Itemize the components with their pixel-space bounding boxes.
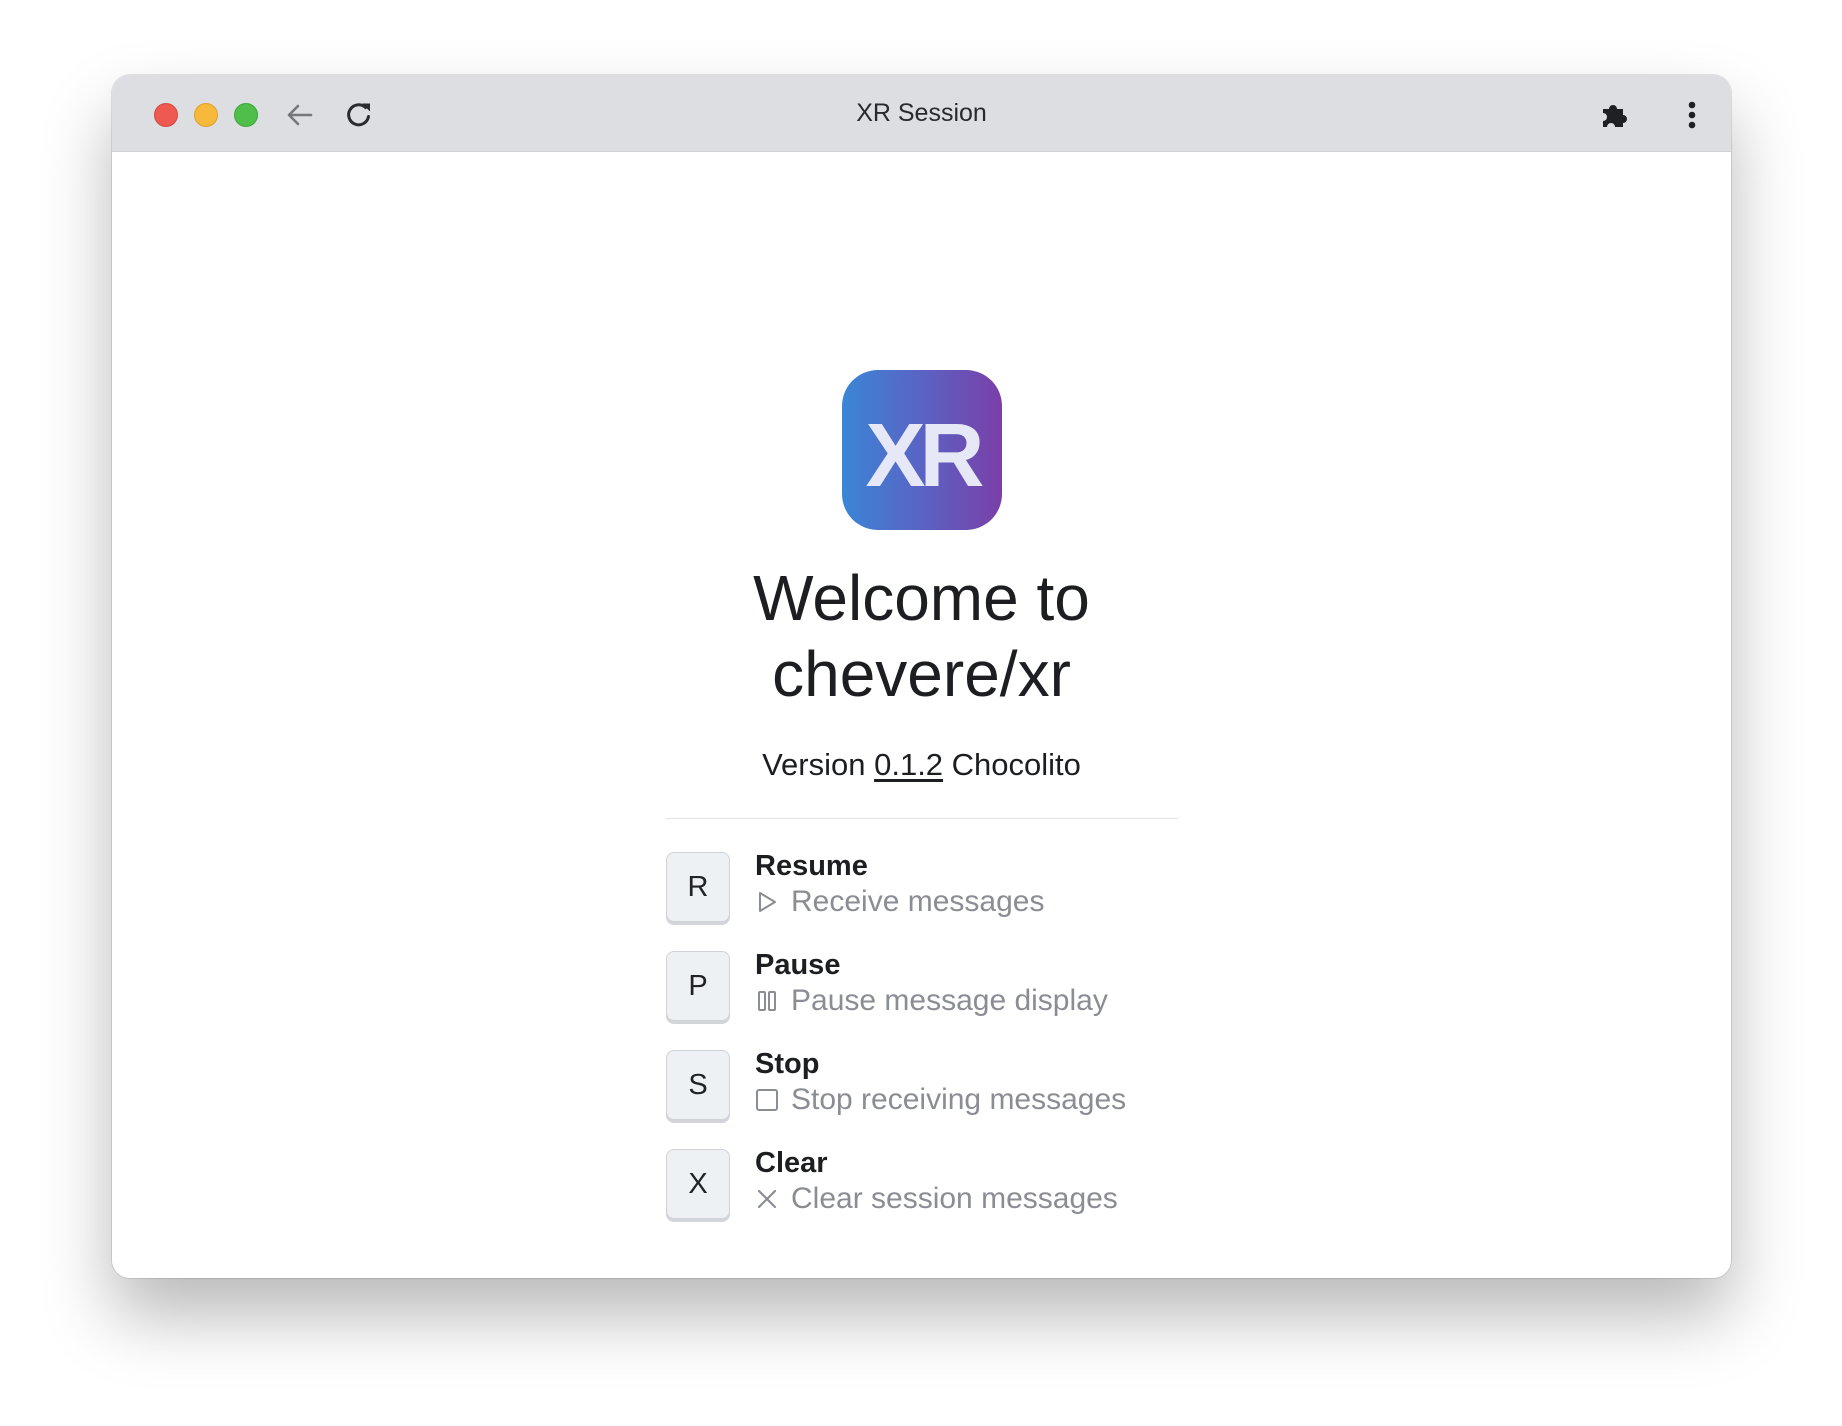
command-description: Clear session messages — [755, 1180, 1118, 1218]
minimize-window-button[interactable] — [194, 103, 218, 127]
logo-text: XR — [865, 406, 983, 506]
command-title: Stop — [755, 1048, 820, 1080]
clear-key-button[interactable]: X — [666, 1149, 730, 1219]
command-title: Pause — [755, 949, 841, 981]
command-stop: S Stop Stop receiving messages — [666, 1048, 1226, 1122]
command-pause: P Pause Pause message display — [666, 949, 1226, 1023]
command-resume: R Resume Receive messages — [666, 850, 1226, 924]
x-close-icon — [757, 1189, 777, 1209]
resume-key-button[interactable]: R — [666, 852, 730, 922]
play-outline-icon — [759, 892, 776, 912]
divider — [666, 818, 1178, 819]
command-clear: X Clear Clear session messages — [666, 1147, 1226, 1221]
command-description: Receive messages — [755, 883, 1044, 921]
pause-outline-icon — [758, 991, 776, 1011]
command-title: Resume — [755, 850, 868, 882]
version-codename: Chocolito — [951, 747, 1081, 782]
stop-key-button[interactable]: S — [666, 1050, 730, 1120]
version-prefix: Version — [762, 747, 866, 782]
more-vert-icon[interactable] — [1674, 97, 1710, 133]
reload-icon[interactable] — [341, 97, 377, 133]
title-bar: XR Session — [112, 75, 1731, 152]
pause-key-button[interactable]: P — [666, 951, 730, 1021]
welcome-line-2: chevere/xr — [772, 638, 1071, 710]
xr-logo: XR — [842, 370, 1002, 530]
page-title: Welcome to chevere/xr — [112, 560, 1731, 712]
maximize-window-button[interactable] — [234, 103, 258, 127]
welcome-line-1: Welcome to — [753, 562, 1090, 634]
desktop-background: XR Session XR Welcome to chevere/xr Vers… — [0, 0, 1842, 1426]
back-arrow-icon[interactable] — [282, 97, 318, 133]
stop-square-icon — [756, 1089, 778, 1111]
version-number-link[interactable]: 0.1.2 — [874, 747, 943, 782]
page-content: XR Welcome to chevere/xr Version 0.1.2 C… — [112, 152, 1731, 1278]
browser-window: XR Session XR Welcome to chevere/xr Vers… — [112, 75, 1731, 1278]
command-title: Clear — [755, 1147, 828, 1179]
close-window-button[interactable] — [154, 103, 178, 127]
version-line: Version 0.1.2 Chocolito — [112, 745, 1731, 785]
command-description: Pause message display — [755, 982, 1108, 1020]
command-description: Stop receiving messages — [755, 1081, 1126, 1119]
extensions-puzzle-icon[interactable] — [1595, 97, 1631, 133]
